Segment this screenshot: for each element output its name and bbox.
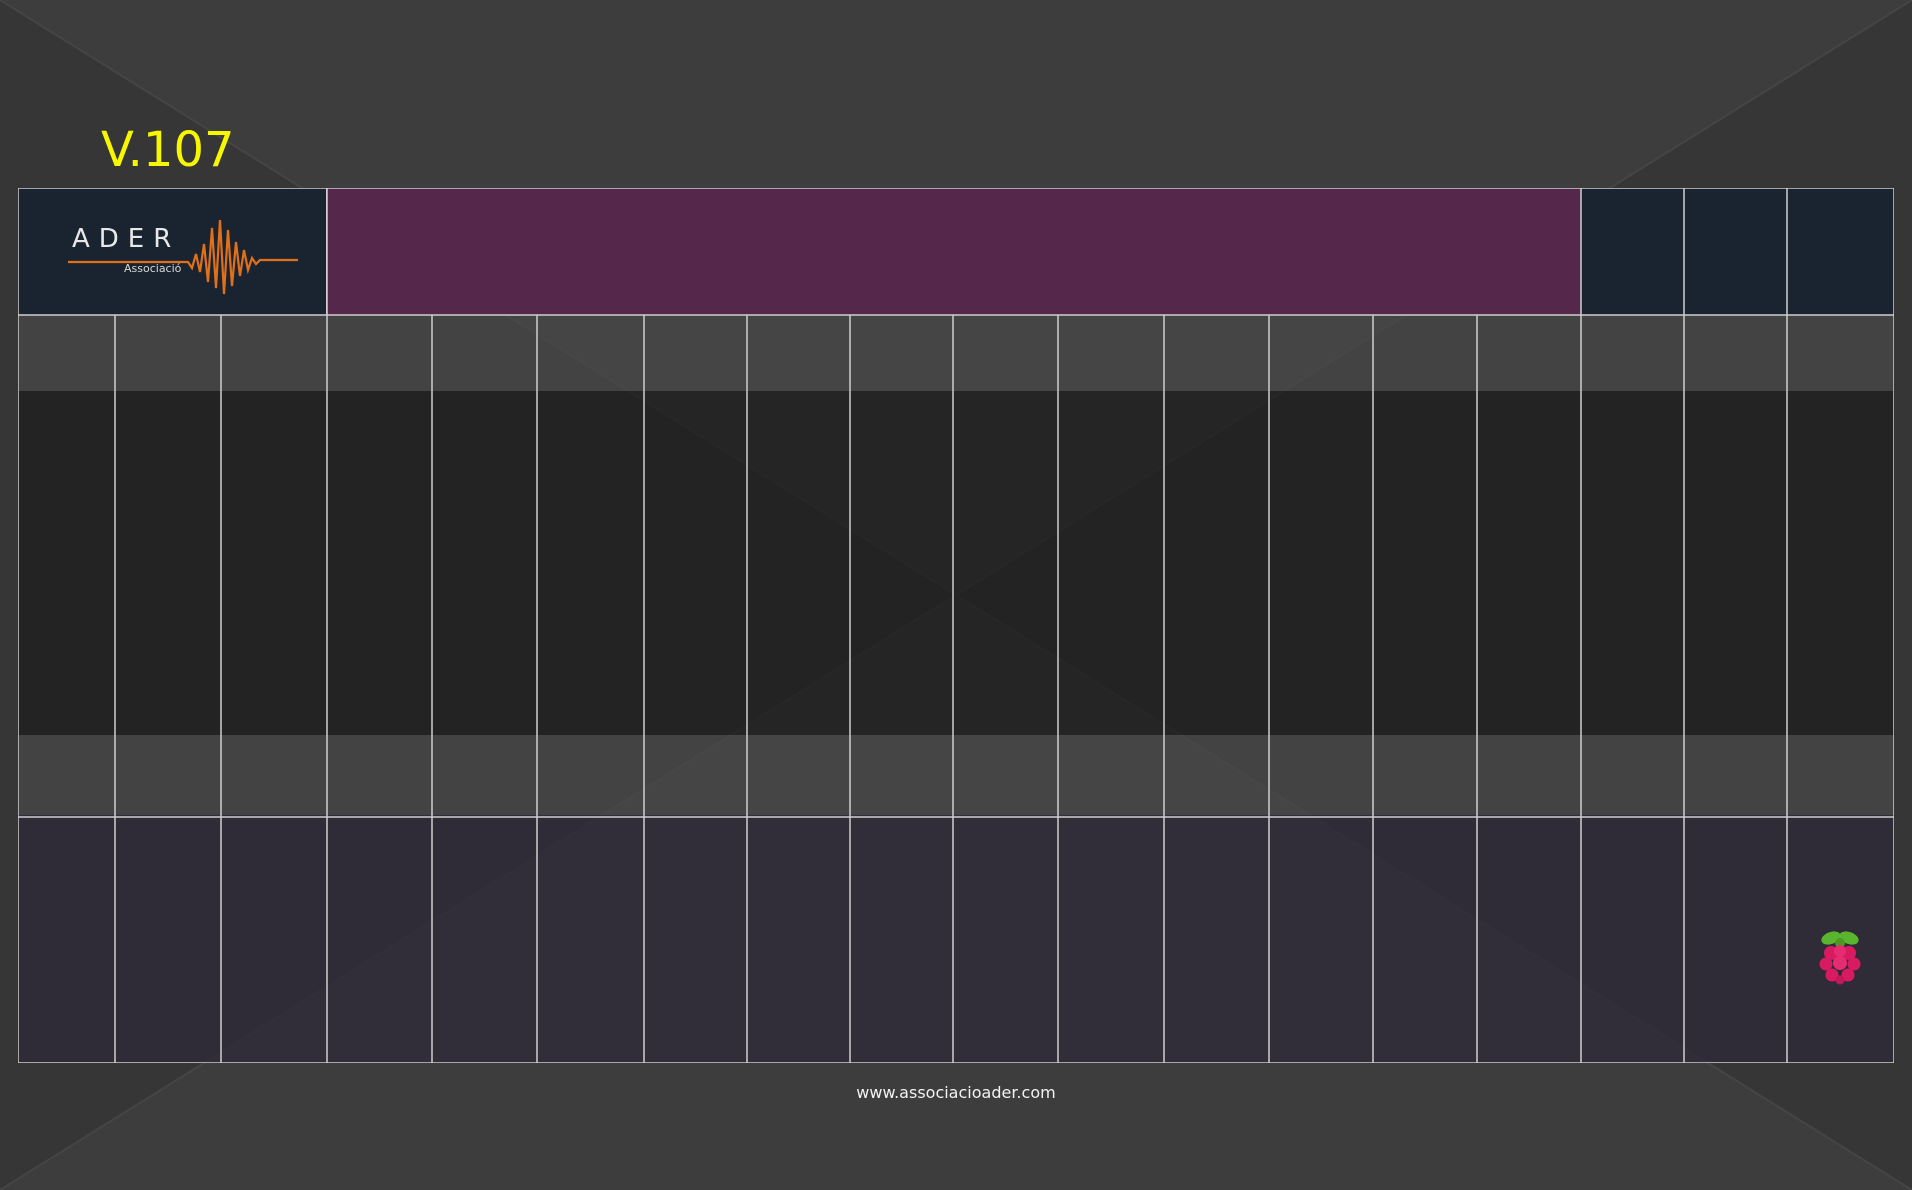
version-label: V.107 [101, 122, 235, 178]
logo-name: ADER [72, 224, 181, 254]
schedule-grid: ADER Associació [18, 188, 1894, 1063]
header-cell-1 [1581, 188, 1684, 315]
header-cell-3 [1787, 188, 1894, 315]
ader-logo: ADER Associació [18, 188, 327, 315]
website-url: www.associacioader.com [856, 1083, 1056, 1102]
grid-row-4 [18, 815, 1894, 1063]
display-screen: V.107 ADER Associació www.associacioader… [0, 0, 1912, 1190]
header-row: ADER Associació [18, 188, 1894, 315]
header-title-box [327, 188, 1581, 315]
raspberry-pi-icon [1819, 931, 1861, 985]
logo-subtitle: Associació [124, 262, 182, 275]
grid-row-1 [18, 315, 1894, 391]
grid-row-3 [18, 735, 1894, 815]
header-cell-2 [1684, 188, 1787, 315]
grid-row-2 [18, 391, 1894, 735]
